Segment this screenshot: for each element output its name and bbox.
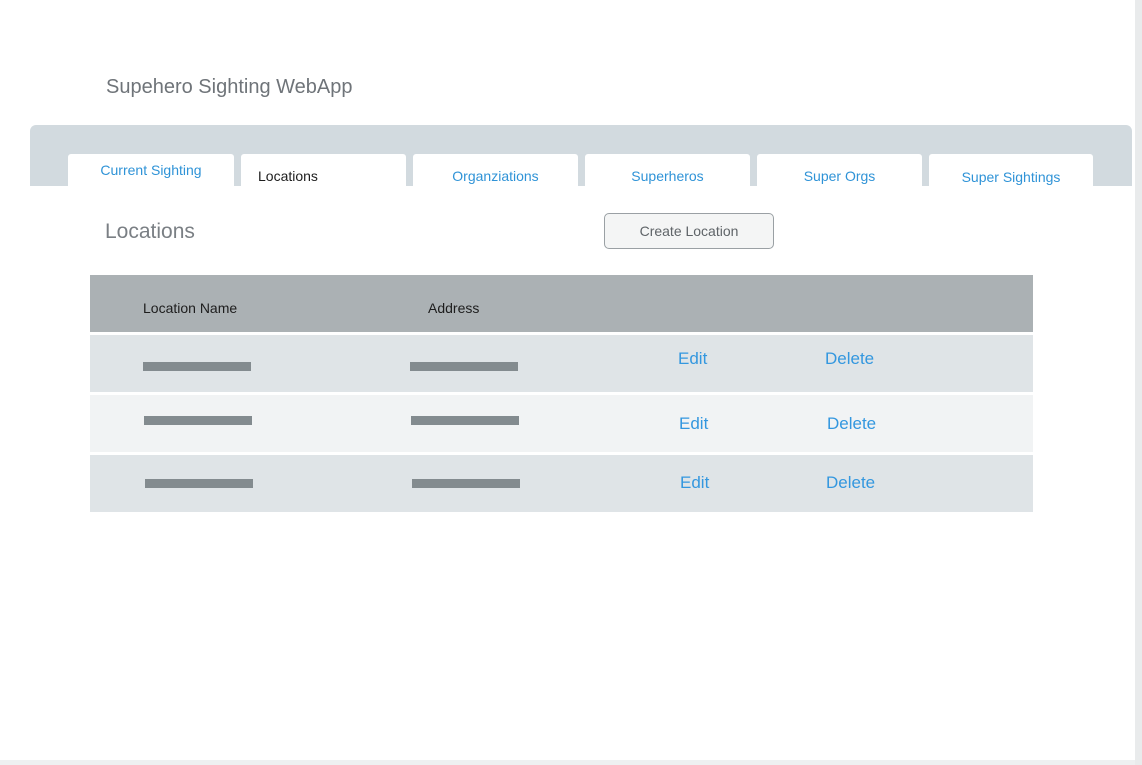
create-location-button[interactable]: Create Location [604,213,774,249]
delete-link[interactable]: Delete [825,349,874,369]
app-title: Supehero Sighting WebApp [106,76,353,98]
address-placeholder [410,362,518,371]
tab-current-sighting[interactable]: Current Sighting [68,154,234,186]
delete-link[interactable]: Delete [827,414,876,434]
tab-superheros[interactable]: Superheros [585,154,750,186]
table-row: Edit Delete [90,455,1033,512]
page-title: Locations [105,220,195,243]
location-name-placeholder [144,416,252,425]
tab-organziations[interactable]: Organziations [413,154,578,186]
edit-link[interactable]: Edit [678,349,707,369]
address-placeholder [411,416,519,425]
window-bottom-edge [0,760,1135,765]
tab-super-sightings[interactable]: Super Sightings [929,154,1093,186]
edit-link[interactable]: Edit [680,473,709,493]
table-row: Edit Delete [90,395,1033,452]
tab-super-orgs[interactable]: Super Orgs [757,154,922,186]
column-header-address: Address [428,300,480,316]
delete-link[interactable]: Delete [826,473,875,493]
column-header-location-name: Location Name [143,300,238,316]
location-name-placeholder [143,362,251,371]
address-placeholder [412,479,520,488]
window-right-edge [1135,0,1142,765]
table-row: Edit Delete [90,335,1033,392]
locations-table: Location Name Address Edit Delete Edit D… [90,275,1033,512]
tab-locations[interactable]: Locations [241,154,406,186]
edit-link[interactable]: Edit [679,414,708,434]
table-header: Location Name Address [90,275,1033,332]
location-name-placeholder [145,479,253,488]
